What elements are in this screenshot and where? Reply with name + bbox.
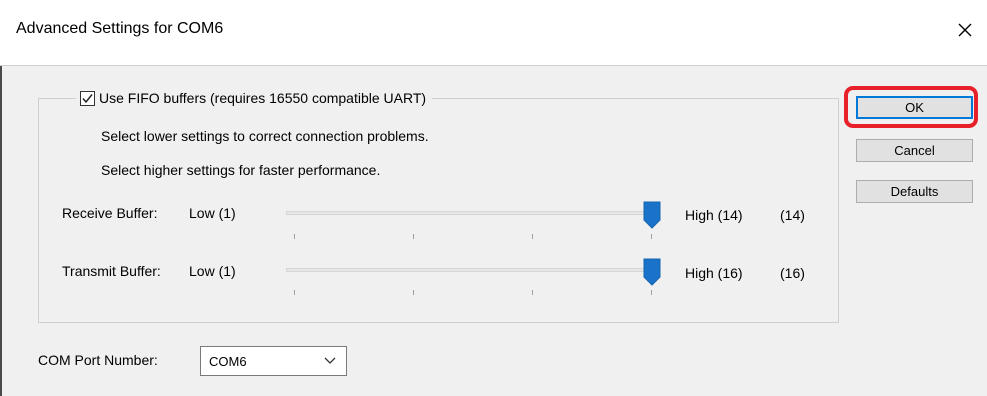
com-port-label: COM Port Number: bbox=[38, 352, 158, 368]
receive-high-label: High (14) bbox=[685, 207, 743, 223]
transmit-tick bbox=[651, 290, 652, 295]
receive-tick bbox=[294, 234, 295, 239]
checkmark-icon bbox=[82, 93, 93, 103]
fifo-checkbox[interactable] bbox=[80, 90, 95, 106]
transmit-buffer-slider-track[interactable] bbox=[286, 268, 658, 272]
transmit-buffer-label: Transmit Buffer: bbox=[62, 263, 161, 279]
title-bar: Advanced Settings for COM6 bbox=[0, 0, 987, 66]
fifo-checkbox-row[interactable]: Use FIFO buffers (requires 16550 compati… bbox=[76, 88, 433, 108]
transmit-tick bbox=[413, 290, 414, 295]
transmit-low-label: Low (1) bbox=[189, 263, 236, 279]
fifo-checkbox-label: Use FIFO buffers (requires 16550 compati… bbox=[99, 90, 427, 106]
com-port-selected-value: COM6 bbox=[209, 353, 247, 369]
hint-lower-text: Select lower settings to correct connect… bbox=[101, 128, 429, 144]
receive-tick bbox=[413, 234, 414, 239]
hint-higher-text: Select higher settings for faster perfor… bbox=[101, 162, 381, 178]
close-button[interactable] bbox=[943, 10, 987, 50]
com-port-select[interactable]: COM6 bbox=[200, 346, 347, 376]
transmit-value-label: (16) bbox=[780, 265, 805, 281]
receive-tick bbox=[651, 234, 652, 239]
close-icon bbox=[958, 23, 972, 37]
receive-tick bbox=[532, 234, 533, 239]
cancel-button[interactable]: Cancel bbox=[856, 139, 973, 162]
ok-button[interactable]: OK bbox=[856, 96, 973, 119]
advanced-settings-dialog: Advanced Settings for COM6 Use FIFO buff… bbox=[0, 0, 987, 396]
window-border-left bbox=[0, 66, 2, 396]
chevron-down-icon bbox=[324, 357, 336, 364]
transmit-high-label: High (16) bbox=[685, 265, 743, 281]
receive-low-label: Low (1) bbox=[189, 205, 236, 221]
receive-buffer-label: Receive Buffer: bbox=[62, 205, 158, 221]
window-title: Advanced Settings for COM6 bbox=[16, 20, 224, 37]
transmit-tick bbox=[532, 290, 533, 295]
transmit-tick bbox=[294, 290, 295, 295]
defaults-button[interactable]: Defaults bbox=[856, 180, 973, 203]
receive-buffer-slider-track[interactable] bbox=[286, 211, 658, 215]
receive-buffer-slider-thumb[interactable] bbox=[643, 201, 661, 229]
receive-value-label: (14) bbox=[780, 207, 805, 223]
transmit-buffer-slider-thumb[interactable] bbox=[643, 258, 661, 286]
